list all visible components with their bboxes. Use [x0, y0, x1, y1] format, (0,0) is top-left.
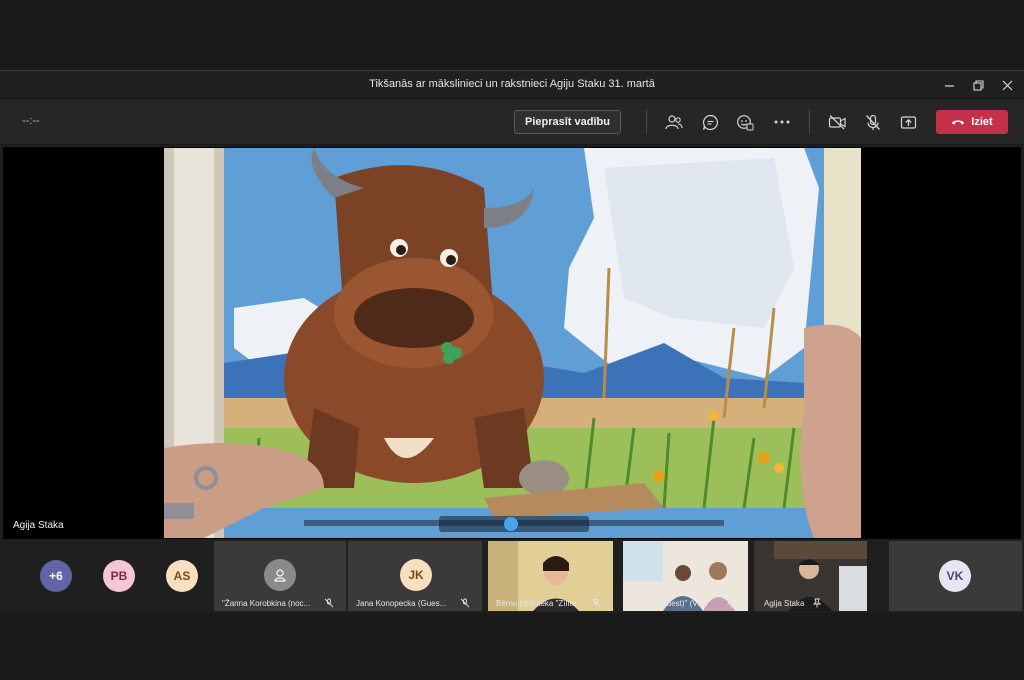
meeting-toolbar: --:-- Pieprasīt vadību Iziet	[0, 100, 1024, 145]
leave-label: Iziet	[971, 116, 993, 128]
participant-tile[interactable]: JK Jana Konopecka (Gues...	[348, 541, 482, 611]
chat-button[interactable]	[699, 111, 721, 133]
participants-strip: +6 PB AS "Žanna Korobkina (noc... JK Jan…	[0, 541, 1024, 613]
avatar[interactable]: PB	[103, 560, 135, 592]
desktop-background: Tikšanās ar mākslinieci un rakstnieci Ag…	[0, 0, 1024, 680]
shared-video-frame	[164, 148, 861, 538]
share-tray-button[interactable]	[897, 111, 919, 133]
participant-video-tile[interactable]: Agija Staka	[754, 541, 867, 611]
teams-meeting-window: Tikšanās ar mākslinieci un rakstnieci Ag…	[0, 70, 1024, 613]
mic-off-icon	[460, 598, 470, 608]
pin-icon	[726, 598, 736, 608]
participant-tile[interactable]: VK	[889, 541, 1022, 611]
minimize-icon	[944, 84, 954, 87]
restore-button[interactable]	[968, 75, 988, 95]
avatar: JK	[400, 559, 432, 591]
mic-off-icon	[866, 114, 880, 130]
title-bar: Tikšanās ar mākslinieci un rakstnieci Ag…	[0, 71, 1024, 99]
shared-screen-content	[164, 148, 861, 538]
phone-hangup-icon	[952, 120, 965, 125]
close-icon	[1002, 80, 1012, 90]
generic-user-icon	[264, 559, 296, 591]
toolbar-divider	[646, 110, 647, 134]
request-control-button[interactable]: Pieprasīt vadību	[514, 110, 621, 134]
camera-off-icon	[828, 115, 846, 130]
share-tray-icon	[900, 115, 916, 129]
participants-button[interactable]	[663, 111, 685, 133]
participant-name: Agija Staka	[764, 599, 805, 608]
meeting-timer: --:--	[22, 115, 40, 127]
overflow-participants-button[interactable]: +6	[40, 560, 72, 592]
participant-name: "Žanna Korobkina (noc...	[222, 599, 311, 608]
reactions-button[interactable]	[734, 111, 756, 133]
participant-video-tile[interactable]: Bērnu bibliotēka "Zīlīte	[488, 541, 613, 611]
participant-name: "12.p.i. (Guest)" (Vi...	[631, 599, 706, 608]
window-title: Tikšanās ar mākslinieci un rakstnieci Ag…	[369, 78, 655, 90]
meeting-stage: Agija Staka	[3, 147, 1021, 539]
toolbar-divider	[809, 110, 810, 134]
more-options-button[interactable]	[771, 111, 793, 133]
chat-icon	[702, 114, 718, 130]
close-button[interactable]	[997, 75, 1017, 95]
presenter-name: Agija Staka	[13, 520, 64, 531]
mic-off-icon	[591, 598, 601, 608]
leave-meeting-button[interactable]: Iziet	[936, 110, 1008, 134]
participant-name: Jana Konopecka (Gues...	[356, 599, 447, 608]
reactions-icon	[737, 114, 754, 130]
avatar[interactable]: AS	[166, 560, 198, 592]
more-options-icon	[774, 120, 790, 124]
people-icon	[665, 115, 683, 130]
pin-icon	[812, 598, 822, 608]
minimize-button[interactable]	[939, 75, 959, 95]
mic-toggle-button[interactable]	[862, 111, 884, 133]
camera-toggle-button[interactable]	[826, 111, 848, 133]
restore-icon	[972, 79, 984, 91]
participant-video-tile[interactable]: "12.p.i. (Guest)" (Vi...	[623, 541, 748, 611]
mic-off-icon	[324, 598, 334, 608]
participant-tile[interactable]: "Žanna Korobkina (noc...	[214, 541, 346, 611]
avatar: VK	[939, 560, 971, 592]
participant-name: Bērnu bibliotēka "Zīlīte	[496, 599, 577, 608]
